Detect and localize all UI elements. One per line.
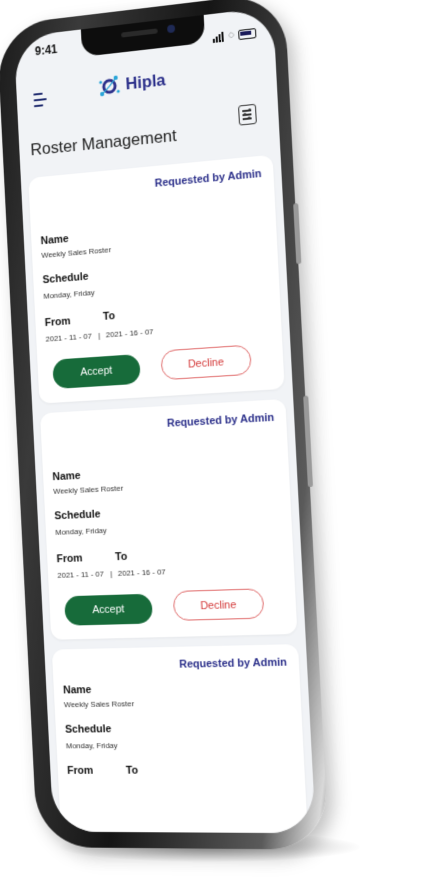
date-separator: | [110,569,113,579]
wifi-icon: ◌ [228,29,235,42]
decline-button[interactable]: Decline [172,588,265,621]
name-label: Name [62,684,92,697]
hipla-logo-icon [96,72,122,100]
stage: 9:41 ◌ Hipla Roster Management Requested… [0,0,433,879]
requested-by-badge: Requested by Admin [178,656,288,671]
brand-logo: Hipla [96,67,166,100]
requested-by-badge: Requested by Admin [166,411,275,430]
roster-schedule: Monday, Friday [55,525,107,537]
roster-card: Requested by Admin Name Weekly Sales Ros… [51,644,311,834]
requested-by-badge: Requested by Admin [154,167,262,190]
schedule-label: Schedule [42,270,89,287]
volume-down-button [303,395,313,488]
from-date: 2021 - 11 - 07 [45,331,93,344]
battery-icon [238,28,257,41]
to-label: To [125,764,139,777]
to-label: To [102,310,116,323]
roster-card: Requested by Admin Name Weekly Sales Ros… [28,154,285,404]
schedule-label: Schedule [54,508,101,523]
front-camera [167,24,176,34]
to-label: To [114,550,128,564]
app-screen: 9:41 ◌ Hipla Roster Management Requested… [13,6,316,834]
roster-name: Weekly Sales Roster [53,483,124,496]
to-date: 2021 - 16 - 07 [117,567,166,578]
from-label: From [66,764,94,777]
name-label: Name [52,470,81,484]
volume-up-button [293,203,302,265]
status-icons: ◌ [212,20,257,43]
from-date: 2021 - 11 - 07 [57,569,105,580]
from-label: From [44,315,71,330]
roster-schedule: Monday, Friday [43,288,95,301]
accept-button[interactable]: Accept [64,593,153,626]
notch [80,14,206,57]
decline-button[interactable]: Decline [160,344,252,381]
filter-icon[interactable] [238,103,257,126]
roster-card: Requested by Admin Name Weekly Sales Ros… [39,398,298,640]
phone-frame: 9:41 ◌ Hipla Roster Management Requested… [0,0,329,850]
phone-perspective: 9:41 ◌ Hipla Roster Management Requested… [0,0,433,879]
date-separator: | [97,330,101,340]
schedule-label: Schedule [64,723,112,736]
roster-list: Requested by Admin Name Weekly Sales Ros… [28,154,311,834]
name-label: Name [40,233,70,248]
signal-icon [212,24,225,43]
to-date: 2021 - 16 - 07 [105,327,154,340]
accept-button[interactable]: Accept [52,353,141,390]
speaker [121,28,158,38]
menu-icon[interactable] [33,92,49,108]
from-label: From [56,552,83,566]
page-title: Roster Management [30,125,178,160]
status-time: 9:41 [34,42,58,59]
roster-name: Weekly Sales Roster [41,245,112,260]
brand-name: Hipla [125,70,166,94]
roster-schedule: Monday, Friday [65,741,118,751]
roster-name: Weekly Sales Roster [63,699,135,710]
